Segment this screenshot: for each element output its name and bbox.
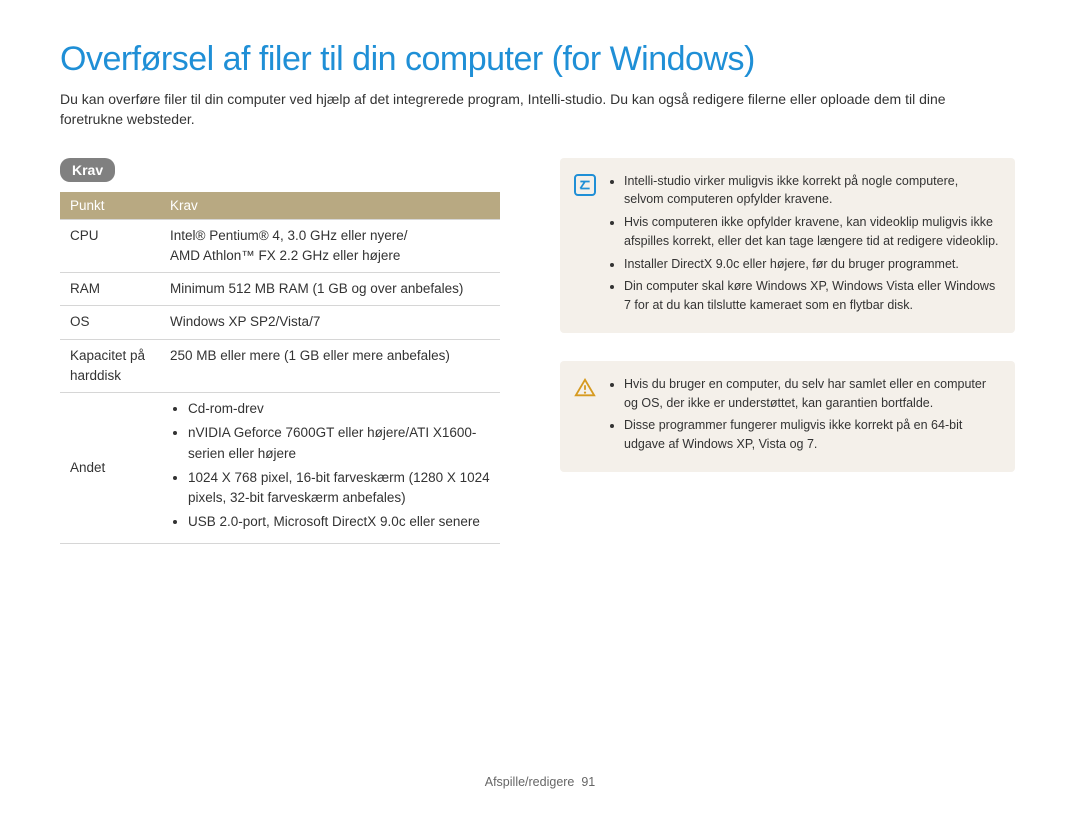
other-item: Cd-rom-drev [188,399,490,419]
left-column: Krav Punkt Krav CPU Intel® Pentium® 4, 3… [60,158,500,544]
cell-ram-value: Minimum 512 MB RAM (1 GB og over anbefal… [160,273,500,306]
page: Overførsel af filer til din computer (fo… [0,0,1080,815]
other-item: 1024 X 768 pixel, 16-bit farveskærm (128… [188,468,490,509]
info-item: Intelli-studio virker muligvis ikke korr… [624,172,999,210]
cell-cpu-value: Intel® Pentium® 4, 3.0 GHz eller nyere/ … [160,219,500,273]
content-columns: Krav Punkt Krav CPU Intel® Pentium® 4, 3… [60,158,1020,544]
cell-hdd-label: Kapacitet på harddisk [60,339,160,393]
warn-item: Hvis du bruger en computer, du selv har … [624,375,999,413]
info-item: Hvis computeren ikke opfylder kravene, k… [624,213,999,251]
warn-item: Disse programmer fungerer muligvis ikke … [624,416,999,454]
table-row: Kapacitet på harddisk 250 MB eller mere … [60,339,500,393]
requirements-table: Punkt Krav CPU Intel® Pentium® 4, 3.0 GH… [60,192,500,544]
right-column: Intelli-studio virker muligvis ikke korr… [560,158,1015,500]
info-item: Din computer skal køre Windows XP, Windo… [624,277,999,315]
footer-page-number: 91 [581,775,595,789]
info-note-box: Intelli-studio virker muligvis ikke korr… [560,158,1015,333]
other-item: USB 2.0-port, Microsoft DirectX 9.0c ell… [188,512,490,532]
cell-os-label: OS [60,306,160,339]
cell-other-label: Andet [60,393,160,544]
info-icon [574,174,596,196]
info-item: Installer DirectX 9.0c eller højere, før… [624,255,999,274]
warning-icon [574,377,596,399]
table-header-col2: Krav [160,192,500,220]
warning-note-box: Hvis du bruger en computer, du selv har … [560,361,1015,472]
cell-other-value: Cd-rom-drev nVIDIA Geforce 7600GT eller … [160,393,500,544]
table-row: CPU Intel® Pentium® 4, 3.0 GHz eller nye… [60,219,500,273]
requirements-badge: Krav [60,158,115,182]
intro-paragraph: Du kan overføre filer til din computer v… [60,89,1000,130]
other-item: nVIDIA Geforce 7600GT eller højere/ATI X… [188,423,490,464]
cell-ram-label: RAM [60,273,160,306]
table-row: RAM Minimum 512 MB RAM (1 GB og over anb… [60,273,500,306]
cell-hdd-value: 250 MB eller mere (1 GB eller mere anbef… [160,339,500,393]
page-footer: Afspille/redigere 91 [0,775,1080,789]
table-row: OS Windows XP SP2/Vista/7 [60,306,500,339]
cell-os-value: Windows XP SP2/Vista/7 [160,306,500,339]
footer-section: Afspille/redigere [485,775,575,789]
table-header-col1: Punkt [60,192,160,220]
page-title: Overførsel af filer til din computer (fo… [60,40,1020,79]
table-row: Andet Cd-rom-drev nVIDIA Geforce 7600GT … [60,393,500,544]
cell-cpu-label: CPU [60,219,160,273]
